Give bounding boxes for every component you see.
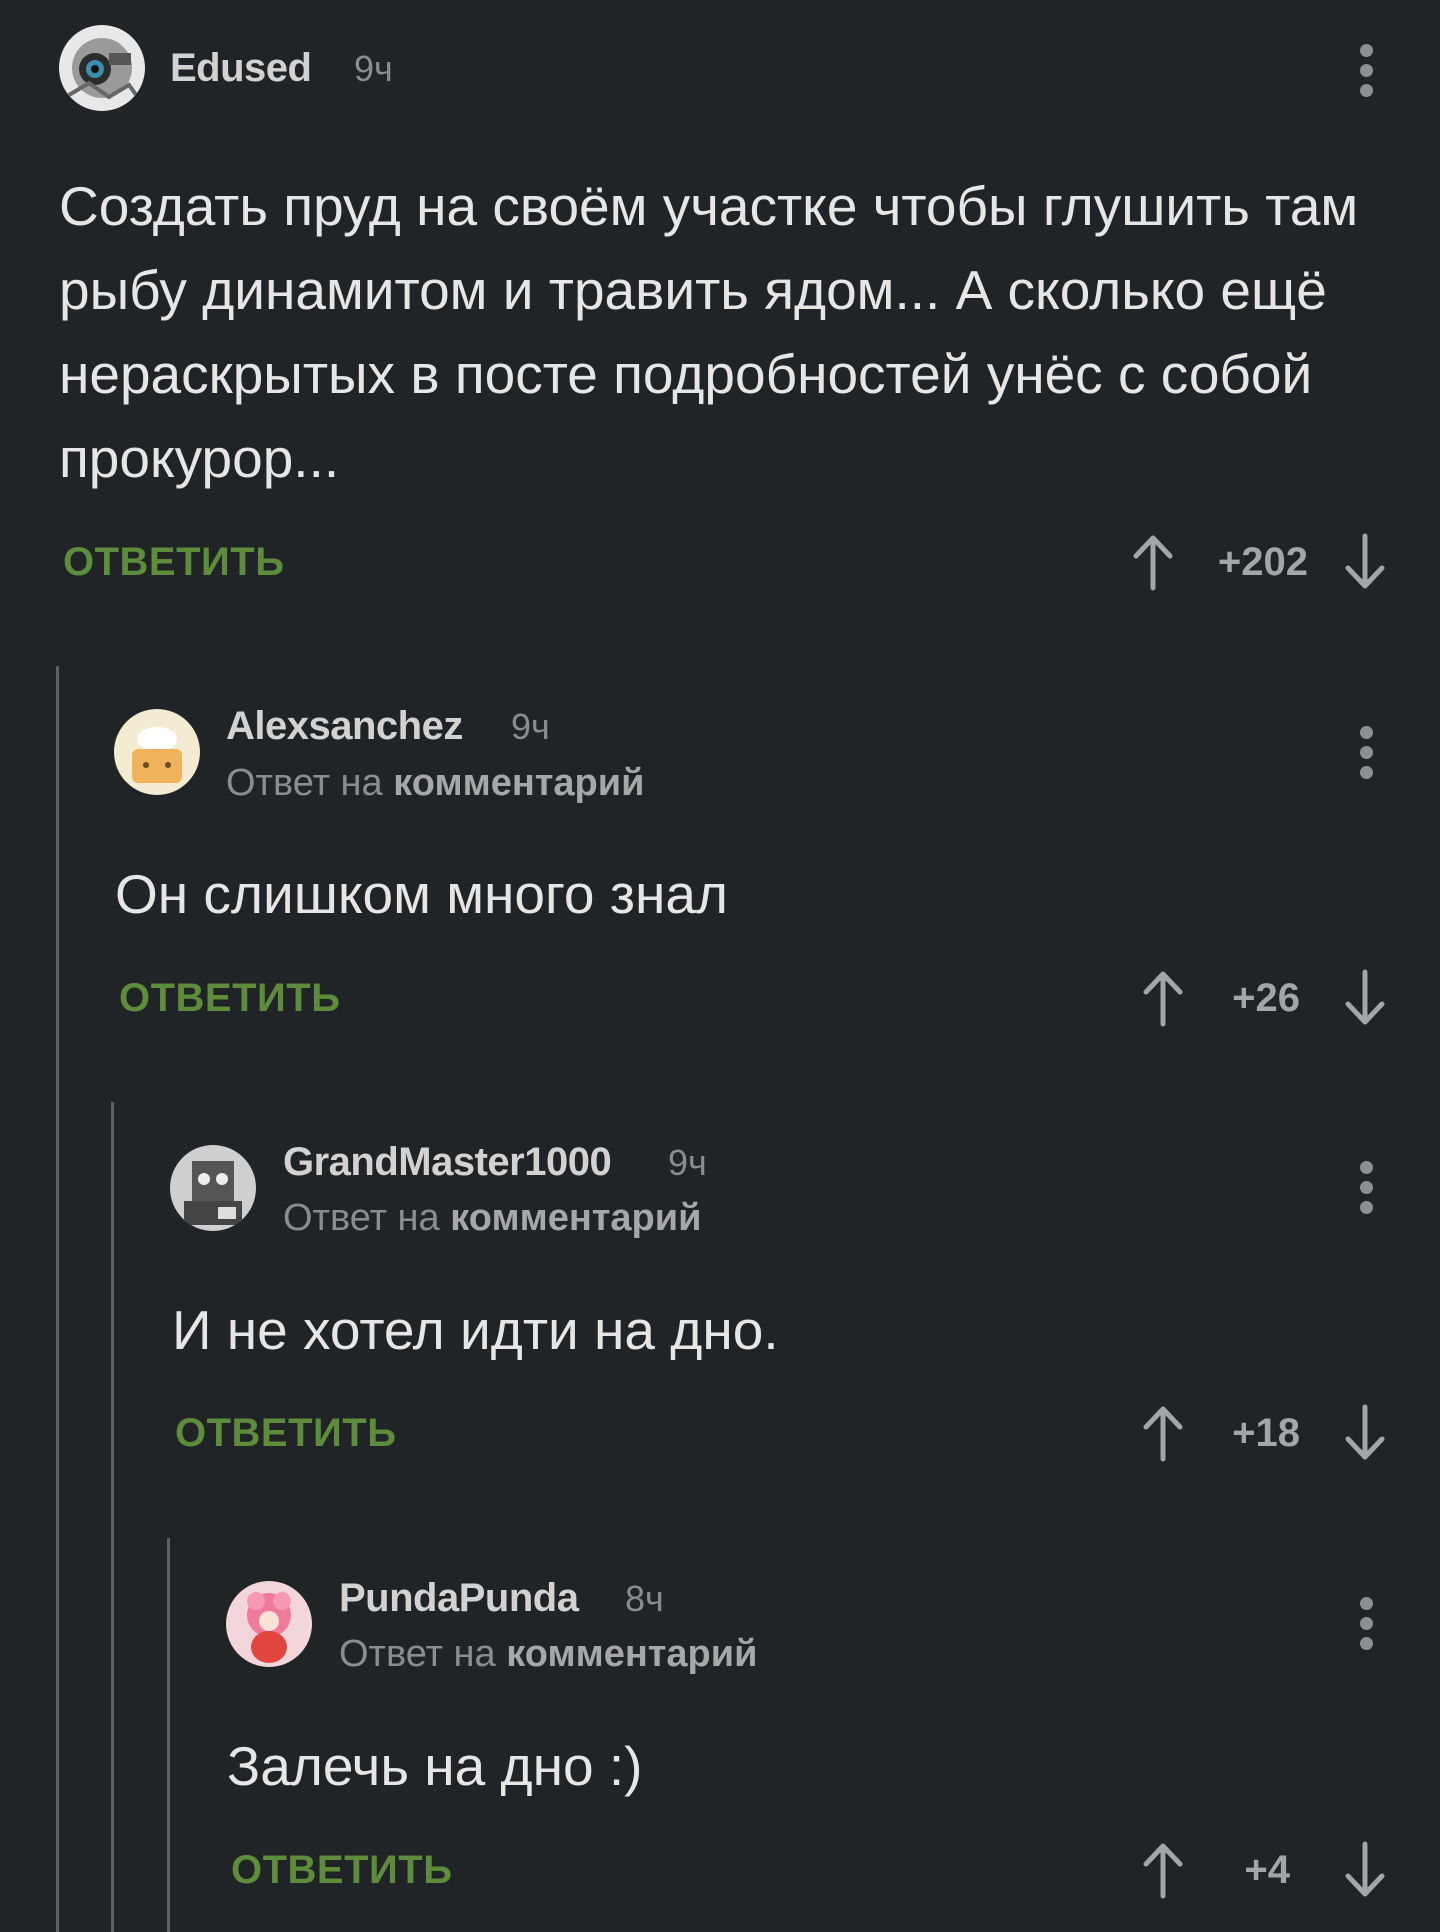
comment-text: Он слишком много знал: [115, 863, 729, 925]
reply-button[interactable]: ОТВЕТИТЬ: [231, 1848, 452, 1893]
more-icon[interactable]: [1346, 44, 1386, 104]
comment-time: 9ч: [668, 1142, 707, 1183]
arrow-down-icon[interactable]: [1340, 532, 1390, 592]
comment-text: Создать пруд на своём участке чтобы глуш…: [59, 175, 1359, 489]
arrow-up-icon[interactable]: [1128, 532, 1178, 592]
comment-text: И не хотел идти на дно.: [172, 1299, 779, 1361]
arrow-up-icon[interactable]: [1138, 1403, 1188, 1463]
reply-prefix: Ответ на: [339, 1633, 496, 1675]
more-icon[interactable]: [1346, 1597, 1386, 1657]
reply-to-link[interactable]: комментарий: [506, 1633, 757, 1675]
thread-line: [167, 1538, 170, 1932]
reply-prefix: Ответ на: [283, 1197, 440, 1239]
reply-to-label: Ответ на комментарий: [283, 1197, 701, 1240]
thread-line: [111, 1102, 114, 1932]
score: +4: [1244, 1848, 1290, 1892]
comment-text: Залечь на дно :): [227, 1735, 643, 1797]
reply-button[interactable]: ОТВЕТИТЬ: [63, 540, 284, 585]
author-name[interactable]: GrandMaster1000: [283, 1140, 612, 1185]
arrow-down-icon[interactable]: [1340, 968, 1390, 1028]
avatar[interactable]: [59, 25, 145, 111]
thread-line: [56, 666, 59, 1932]
comment-time: 9ч: [511, 706, 550, 747]
score: +26: [1232, 976, 1300, 1020]
avatar[interactable]: [170, 1145, 256, 1231]
author-name[interactable]: PundaPunda: [339, 1576, 579, 1621]
more-icon[interactable]: [1346, 726, 1386, 786]
more-icon[interactable]: [1346, 1161, 1386, 1221]
reply-to-link[interactable]: комментарий: [450, 1197, 701, 1239]
comment-time: 9ч: [354, 48, 393, 89]
reply-to-link[interactable]: комментарий: [393, 762, 644, 804]
arrow-down-icon[interactable]: [1340, 1840, 1390, 1900]
avatar[interactable]: [226, 1581, 312, 1667]
score: +202: [1217, 540, 1308, 584]
arrow-down-icon[interactable]: [1340, 1403, 1390, 1463]
reply-prefix: Ответ на: [226, 762, 383, 804]
arrow-up-icon[interactable]: [1138, 968, 1188, 1028]
reply-to-label: Ответ на комментарий: [226, 762, 644, 805]
reply-button[interactable]: ОТВЕТИТЬ: [119, 976, 340, 1021]
reply-to-label: Ответ на комментарий: [339, 1633, 757, 1676]
reply-button[interactable]: ОТВЕТИТЬ: [175, 1411, 396, 1456]
author-name[interactable]: Alexsanchez: [226, 704, 463, 749]
comment-time: 8ч: [625, 1578, 664, 1619]
score: +18: [1232, 1411, 1300, 1455]
author-name[interactable]: Edused: [170, 46, 312, 91]
avatar[interactable]: [114, 709, 200, 795]
